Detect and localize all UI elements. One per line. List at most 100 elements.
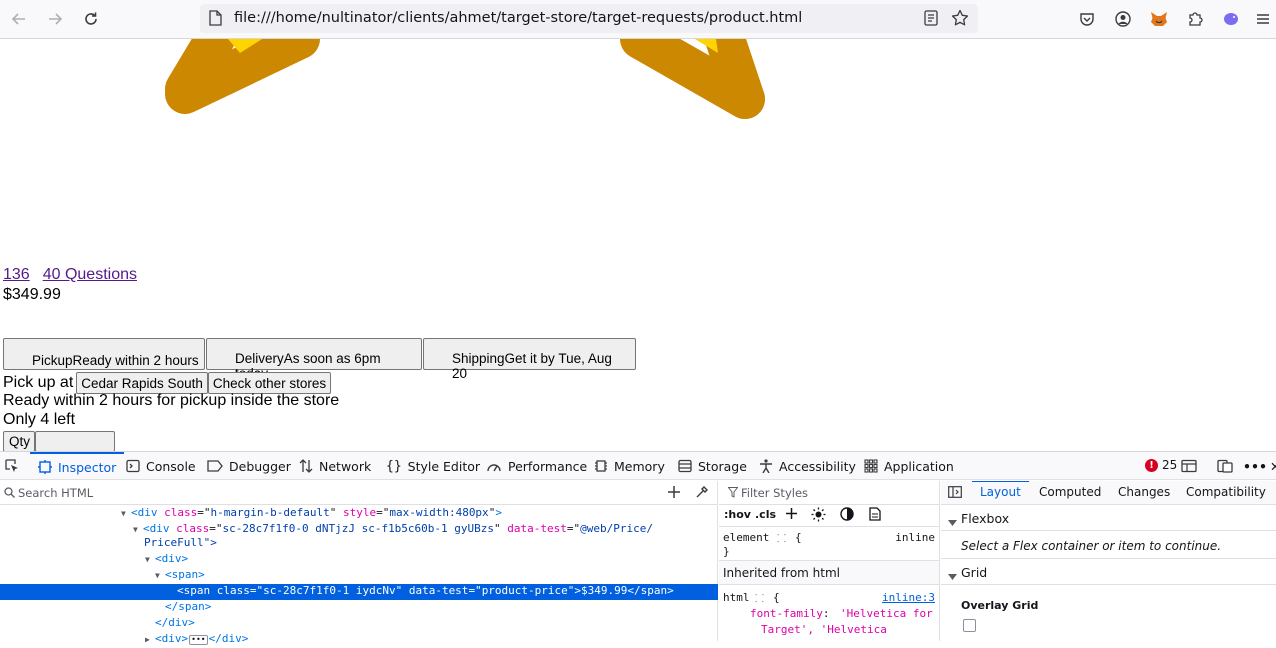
reload-button[interactable] [78,6,104,32]
search-html-input[interactable]: Search HTML [18,486,93,500]
chevron-down-icon [948,568,957,583]
url-bar[interactable]: file:///home/nultinator/clients/ahmet/ta… [200,4,978,33]
back-button[interactable] [6,6,32,32]
element-open-brace: { [795,531,802,544]
tab-layout[interactable]: Layout [972,481,1029,499]
tab-accessibility[interactable]: Accessibility [759,452,856,480]
network-icon [299,459,313,473]
more-options-icon[interactable]: ••• [1243,452,1267,480]
check-other-stores-button[interactable]: Check other stores [207,372,332,394]
extensions-button[interactable] [1182,6,1208,32]
questions-link[interactable]: 40 Questions [43,266,137,283]
elephant-icon [1224,13,1238,25]
collapsed-ellipsis-icon[interactable]: ••• [189,635,208,645]
overlay-grid-checkbox[interactable] [963,619,976,632]
inspector-icon [38,460,52,474]
pickup-prefix: Pick up at [3,374,74,391]
tab-style-editor[interactable]: {} Style Editor [386,452,480,480]
grid-dots-icon: ⸬ [777,532,787,545]
add-node-icon[interactable] [667,485,681,502]
cls-toggle[interactable]: .cls [755,508,776,521]
add-rule-icon[interactable] [785,507,798,523]
url-text: file:///home/nultinator/clients/ahmet/ta… [234,10,803,26]
tab-changes[interactable]: Changes [1118,485,1170,499]
product-rating-star-image [165,39,765,119]
rules-pane: Filter Styles :hov .cls element ⸬ { inli… [719,481,940,641]
shipping-option-button[interactable]: ShippingGet it by Tue, Aug 20 [423,338,636,381]
error-count-badge[interactable]: ! 25 [1145,458,1177,472]
html-selector: html [723,591,750,604]
tree-node[interactable]: ▼ <span> [0,568,718,584]
tree-node[interactable]: ▼ <div> [0,552,718,568]
reload-icon [85,12,97,25]
html-rule: html ⸬ { inline:3 font-family: 'Helvetic… [719,585,939,641]
tree-node-selected[interactable]: <span class="sc-28c7f1f0-1 iydcNv" data-… [0,584,718,600]
reader-view-icon[interactable] [924,10,938,30]
font-family-value-2: Target', 'Helvetica [761,623,887,636]
eyedropper-icon[interactable] [695,485,709,502]
html-source-link[interactable]: inline:3 [882,591,935,604]
tree-node[interactable]: ▶ <div> ••• </div> [0,632,718,648]
tree-node[interactable]: ▼ <div class="h-margin-b-default" style="… [0,506,718,522]
filter-styles-input[interactable]: Filter Styles [741,486,808,500]
menu-button[interactable] [1250,6,1276,32]
tab-debugger[interactable]: Debugger [207,452,291,480]
light-mode-icon[interactable] [811,507,826,525]
grid-section-header[interactable]: Grid [941,559,1276,585]
braces-icon: {} [386,458,402,474]
forward-button[interactable] [42,6,68,32]
toggle-sidebar-icon[interactable] [948,486,962,501]
tree-node[interactable]: PriceFull"> [0,536,718,552]
debugger-icon [207,460,223,472]
flexbox-section-header[interactable]: Flexbox [941,505,1276,531]
hamburger-menu-icon [1257,14,1269,24]
tab-memory[interactable]: Memory [594,452,665,480]
devtools-panel: Inspector Console Debugger Network {} Sty… [0,451,1276,645]
element-rule: element ⸬ { inline } [719,527,939,561]
print-media-icon[interactable] [869,507,881,524]
store-button[interactable]: Cedar Rapids South [76,372,208,394]
qty-input[interactable] [35,431,116,451]
ratings-count-link[interactable]: 136 [3,266,30,283]
product-price: $349.99 [3,286,61,303]
dock-side-button[interactable] [1217,452,1233,480]
hov-toggle[interactable]: :hov [724,508,751,521]
metamask-extension-button[interactable] [1146,6,1172,32]
window-icon [1181,459,1197,473]
extension-2-button[interactable] [1218,6,1244,32]
tab-network[interactable]: Network [299,452,371,480]
tree-node[interactable]: </div> [0,616,718,632]
element-selector: element [723,531,770,544]
error-icon: ! [1145,458,1158,472]
tab-application[interactable]: Application [864,452,954,480]
tab-inspector[interactable]: Inspector [30,452,125,480]
chevron-down-icon [948,514,957,529]
delivery-option-button[interactable]: DeliveryAs soon as 6pm today [206,338,422,381]
dark-mode-icon[interactable] [840,507,854,524]
dock-icon [1217,459,1233,473]
responsive-mode-button[interactable] [1181,452,1197,480]
pickup-option-button[interactable]: PickupReady within 2 hours [3,338,205,370]
font-family-value-1: 'Helvetica for [840,607,933,620]
close-devtools-icon[interactable]: ✕ [1270,452,1276,480]
layout-tabbar: Layout Computed Changes Compatibility [941,481,1276,505]
account-button[interactable] [1110,6,1136,32]
quantity-row: Qty [3,431,116,451]
accessibility-icon [760,459,772,473]
pocket-button[interactable] [1074,6,1100,32]
qty-label[interactable]: Qty [3,431,36,451]
arrow-right-icon [49,13,63,25]
page-content: 136 40 Questions $349.99 PickupReady with… [0,39,1276,451]
tab-computed[interactable]: Computed [1039,485,1101,499]
overlay-grid-heading: Overlay Grid [961,599,1039,612]
arrow-left-icon [11,13,25,25]
tab-performance[interactable]: Performance [486,452,587,480]
tab-storage[interactable]: Storage [678,452,747,480]
element-picker-button[interactable] [4,452,20,480]
bookmark-star-icon[interactable] [951,9,969,31]
tab-console[interactable]: Console [126,452,196,480]
console-icon [126,459,140,473]
tree-node[interactable]: </span> [0,600,718,616]
tab-compatibility[interactable]: Compatibility [1186,485,1266,499]
application-grid-icon [864,459,878,473]
